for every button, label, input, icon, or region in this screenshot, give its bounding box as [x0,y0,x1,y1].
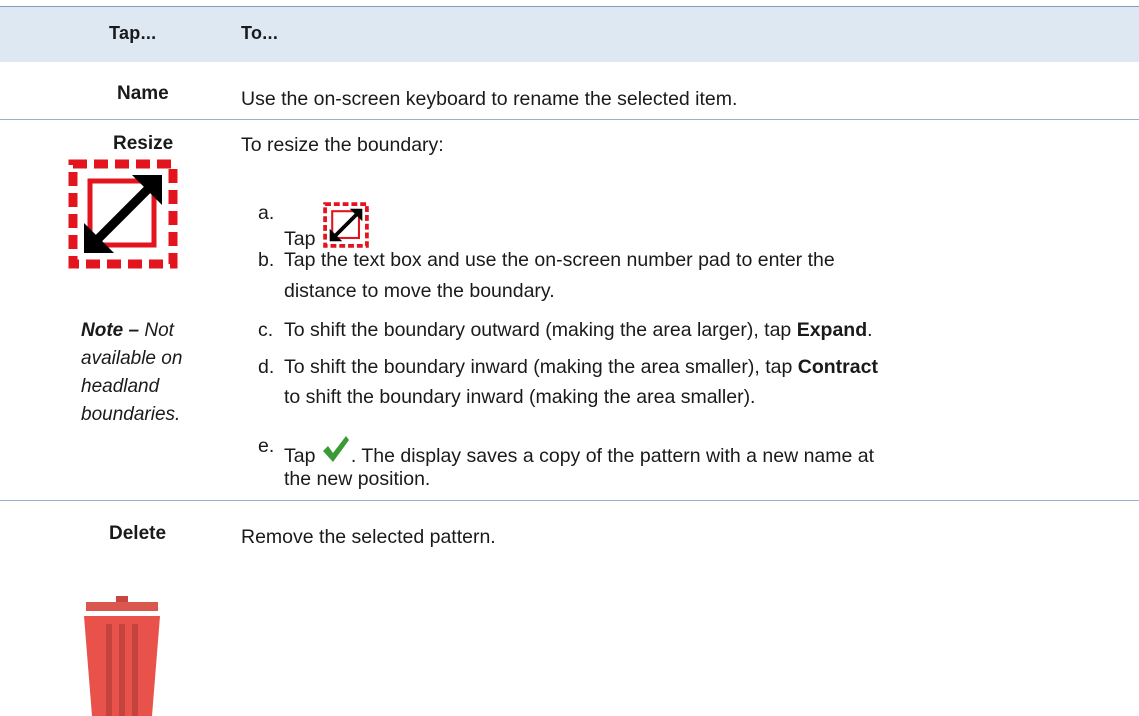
row-label-name: Name [117,83,169,104]
resize-icon [68,159,178,269]
step-letter: e. [258,435,275,457]
step-text: To shift the boundary outward (making th… [284,319,797,341]
contract-term: Contract [797,356,878,378]
resize-intro: To resize the boundary: [241,134,444,156]
step-letter: b. [258,249,275,271]
row-label-delete: Delete [109,523,167,544]
row-label-resize: Resize [113,133,174,154]
step-text: To shift the boundary inward (making the… [284,356,798,378]
resize-note: Note – Not available on headland boundar… [81,317,201,429]
header-to: To... [241,23,279,43]
note-label: Note – [81,320,140,341]
step-letter: c. [258,319,274,341]
row-divider [0,119,1139,120]
step-text-cont: distance to move the boundary. [284,280,555,302]
resize-icon [323,202,369,248]
row-desc-name: Use the on-screen keyboard to rename the… [241,88,738,110]
table-header: Tap... To... [0,6,1139,62]
step-text: Tap [284,445,321,467]
step-text-cont: the new position. [284,468,431,490]
checkmark-icon [322,436,349,462]
step-text-cont: to shift the boundary inward (making the… [284,386,756,408]
row-desc-delete: Remove the selected pattern. [241,526,496,548]
trash-icon [84,596,160,716]
step-text-end: . [867,319,873,341]
step-text-end: . The display saves a copy of the patter… [350,445,875,467]
row-divider [0,500,1139,501]
expand-term: Expand [796,319,868,341]
step-letter: d. [258,356,275,378]
header-tap: Tap... [109,23,157,43]
step-text: Tap the text box and use the on-screen n… [284,249,835,271]
step-letter: a. [258,202,275,224]
